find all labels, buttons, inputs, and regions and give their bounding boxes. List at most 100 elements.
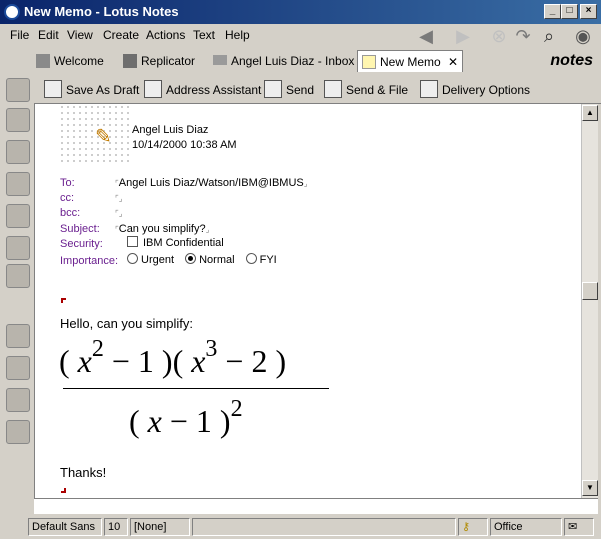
importance-label: Importance: xyxy=(60,255,119,267)
scroll-thumb[interactable] xyxy=(582,282,598,300)
memo-document[interactable]: ✎ Angel Luis Diaz 10/14/2000 10:38 AM To… xyxy=(34,104,581,498)
todo-bookmark-icon[interactable] xyxy=(6,172,30,196)
tab-replicator[interactable]: Replicator xyxy=(123,50,195,72)
cc-label: cc: xyxy=(60,192,75,204)
horizontal-bar xyxy=(34,498,598,514)
replicator-icon xyxy=(123,54,137,68)
urgent-label: Urgent xyxy=(141,254,175,266)
back-arrow-icon[interactable]: ◀ xyxy=(415,26,437,46)
save-as-draft-button[interactable]: Save As Draft xyxy=(44,80,139,100)
delivery-options-icon xyxy=(420,80,438,98)
save-draft-icon xyxy=(44,80,62,98)
send-and-file-icon xyxy=(324,80,342,98)
menu-actions[interactable]: Actions xyxy=(146,28,185,42)
subject-value: Can you simplify? xyxy=(118,223,206,235)
font-status[interactable]: Default Sans xyxy=(28,518,102,536)
vertical-scrollbar[interactable]: ▲ ▼ xyxy=(581,104,598,498)
send-button[interactable]: Send xyxy=(264,80,314,100)
menu-edit[interactable]: Edit xyxy=(38,28,59,42)
mail-status-icon[interactable]: ✉ xyxy=(564,518,594,536)
send-and-file-button[interactable]: Send & File xyxy=(324,80,408,100)
lotus-notes-app-icon xyxy=(4,4,20,20)
bookmark-bar xyxy=(0,74,34,514)
refresh-icon[interactable]: ↷ xyxy=(512,26,534,46)
calendar-bookmark-icon[interactable] xyxy=(6,108,30,132)
folder-bookmark-icon[interactable] xyxy=(6,324,30,348)
close-button[interactable]: × xyxy=(580,4,597,19)
normal-radio[interactable] xyxy=(185,253,197,264)
forward-arrow-icon[interactable]: ▶ xyxy=(452,26,474,46)
to-value: Angel Luis Diaz/Watson/IBM@IBMUS xyxy=(118,177,304,189)
discussion-bookmark-icon[interactable] xyxy=(6,236,30,260)
security-label: Security: xyxy=(60,238,103,250)
font-size-status[interactable]: 10 xyxy=(104,518,128,536)
menu-help[interactable]: Help xyxy=(225,28,250,42)
address-book-bookmark-icon[interactable] xyxy=(6,140,30,164)
action-label: Address Assistant xyxy=(166,83,262,97)
tab-label: New Memo xyxy=(380,55,441,69)
scroll-up-button[interactable]: ▲ xyxy=(582,105,598,121)
status-bar: Default Sans 10 [None] ⚷ Office ✉ xyxy=(0,514,601,539)
urgent-radio[interactable] xyxy=(127,253,138,264)
replicator-bookmark-icon[interactable] xyxy=(6,204,30,228)
key-icon[interactable]: ⚷ xyxy=(458,518,488,536)
body-start-marker xyxy=(61,298,66,303)
scroll-down-button[interactable]: ▼ xyxy=(582,480,598,496)
fyi-label: FYI xyxy=(259,254,277,266)
menu-view[interactable]: View xyxy=(67,28,93,42)
tools-bookmark-icon[interactable] xyxy=(6,264,30,288)
subject-field[interactable]: ⌜Can you simplify?⌟ xyxy=(115,223,209,235)
memo-date: 10/14/2000 10:38 AM xyxy=(132,139,237,151)
menu-bar: File Edit View Create Actions Text Help xyxy=(0,24,601,46)
action-label: Send & File xyxy=(346,83,409,97)
to-field[interactable]: ⌜Angel Luis Diaz/Watson/IBM@IBMUS⌟ xyxy=(115,177,308,189)
mail-bookmark-icon[interactable] xyxy=(6,78,30,102)
importance-options: Urgent Normal FYI xyxy=(127,253,277,266)
notes-bookmark-icon[interactable] xyxy=(6,420,30,444)
importance-urgent[interactable]: Urgent xyxy=(127,253,175,266)
location-status[interactable]: Office xyxy=(490,518,562,536)
globe-icon[interactable]: ◉ xyxy=(572,26,594,46)
greeting-text: Hello, can you simplify: xyxy=(60,316,193,331)
normal-label: Normal xyxy=(199,254,235,266)
delivery-options-button[interactable]: Delivery Options xyxy=(420,80,530,100)
bcc-field[interactable]: ⌜⌟ xyxy=(115,207,123,219)
security-option[interactable]: IBM Confidential xyxy=(127,236,224,249)
tab-label: Angel Luis Diaz - Inbox xyxy=(231,54,355,68)
stop-icon[interactable]: ⊗ xyxy=(488,26,510,46)
databases-bookmark-icon[interactable] xyxy=(6,356,30,380)
menu-text[interactable]: Text xyxy=(193,28,215,42)
internet-bookmark-icon[interactable] xyxy=(6,388,30,412)
address-assistant-icon xyxy=(144,80,162,98)
tab-welcome[interactable]: Welcome xyxy=(36,50,104,72)
close-tab-icon[interactable]: ✕ xyxy=(448,55,458,69)
closing-text: Thanks! xyxy=(60,465,107,480)
message-status xyxy=(192,518,456,536)
maximize-button[interactable]: □ xyxy=(561,4,578,19)
ibm-confidential-checkbox[interactable] xyxy=(127,236,138,247)
menu-create[interactable]: Create xyxy=(103,28,139,42)
action-label: Send xyxy=(286,83,315,97)
to-label: To: xyxy=(60,177,75,189)
equation-denominator: ( x − 1 )2 xyxy=(129,396,243,439)
memo-author: Angel Luis Diaz xyxy=(132,124,209,136)
cc-field[interactable]: ⌜⌟ xyxy=(115,192,123,204)
fyi-radio[interactable] xyxy=(245,253,257,264)
action-label: Save As Draft xyxy=(66,83,140,97)
tab-new-memo[interactable]: New Memo ✕ xyxy=(357,50,464,72)
menu-file[interactable]: File xyxy=(10,28,29,42)
address-assistant-button[interactable]: Address Assistant xyxy=(144,80,261,100)
importance-fyi[interactable]: FYI xyxy=(245,253,277,266)
importance-normal[interactable]: Normal xyxy=(185,253,235,266)
action-label: Delivery Options xyxy=(442,83,531,97)
memo-header-decoration xyxy=(59,104,129,164)
equation-numerator: ( x2 − 1 )( x3 − 2 ) xyxy=(59,336,287,379)
tab-inbox[interactable]: Angel Luis Diaz - Inbox xyxy=(213,50,354,72)
window-tabs: Welcome Replicator Angel Luis Diaz - Inb… xyxy=(30,48,601,74)
search-icon[interactable]: ⌕ xyxy=(538,26,560,46)
style-status[interactable]: [None] xyxy=(130,518,190,536)
tab-label: Replicator xyxy=(141,54,196,68)
action-bar: Save As Draft Address Assistant Send Sen… xyxy=(34,74,601,104)
minimize-button[interactable]: _ xyxy=(544,4,561,19)
tab-label: Welcome xyxy=(54,54,104,68)
